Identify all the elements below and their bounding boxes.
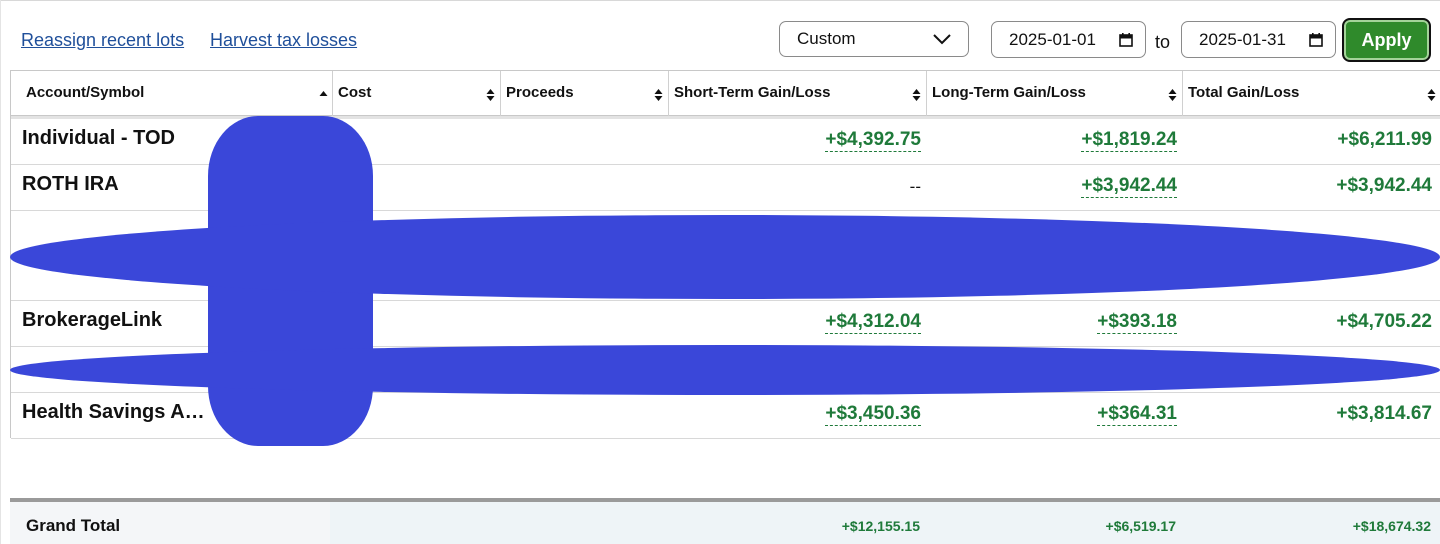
account-name[interactable]: ROTH IRA <box>22 173 119 196</box>
sort-icon <box>486 89 495 101</box>
left-border <box>0 0 1 544</box>
redaction-mark <box>10 215 1440 299</box>
start-date-input[interactable]: 2025-01-01 <box>991 21 1146 58</box>
column-header-cost[interactable]: Cost <box>333 71 501 117</box>
start-date-value: 2025-01-01 <box>1009 30 1096 49</box>
account-name[interactable]: Health Savings A… <box>22 401 205 424</box>
end-date-input[interactable]: 2025-01-31 <box>1181 21 1336 58</box>
grand-total-long-term: +$6,519.17 <box>1105 518 1176 534</box>
period-select[interactable]: Custom <box>779 21 969 57</box>
short-term-gain[interactable]: +$3,450.36 <box>825 403 921 426</box>
table-header: Account/Symbol Cost Proceeds Short-Term … <box>11 70 1440 117</box>
column-header-account-symbol[interactable]: Account/Symbol <box>11 71 333 117</box>
chevron-down-icon <box>933 34 951 45</box>
long-term-gain[interactable]: +$364.31 <box>1097 403 1177 426</box>
short-term-gain[interactable]: +$4,312.04 <box>825 311 921 334</box>
sort-icon <box>1168 89 1177 101</box>
sort-icon <box>654 89 663 101</box>
sort-icon <box>912 89 921 101</box>
column-header-short-term[interactable]: Short-Term Gain/Loss <box>669 71 927 117</box>
column-header-proceeds[interactable]: Proceeds <box>501 71 669 117</box>
reassign-recent-lots-link[interactable]: Reassign recent lots <box>21 30 184 51</box>
column-header-label: Total Gain/Loss <box>1188 84 1300 101</box>
period-select-value: Custom <box>797 29 856 48</box>
long-term-gain[interactable]: +$393.18 <box>1097 311 1177 334</box>
total-gain: +$4,705.22 <box>1336 311 1432 332</box>
redaction-mark <box>10 345 1440 395</box>
long-term-gain[interactable]: +$3,942.44 <box>1081 175 1177 198</box>
top-border <box>0 0 1440 1</box>
column-header-label: Long-Term Gain/Loss <box>932 84 1086 101</box>
grand-total-short-term: +$12,155.15 <box>841 518 920 534</box>
column-header-label: Account/Symbol <box>26 84 145 101</box>
grand-total-label: Grand Total <box>26 516 121 535</box>
short-term-gain: -- <box>909 177 921 196</box>
column-header-long-term[interactable]: Long-Term Gain/Loss <box>927 71 1183 117</box>
harvest-tax-losses-link[interactable]: Harvest tax losses <box>210 30 357 51</box>
calendar-icon[interactable] <box>1119 33 1133 47</box>
total-gain: +$3,814.67 <box>1336 403 1432 424</box>
sort-icon <box>1427 89 1436 101</box>
apply-button[interactable]: Apply <box>1342 18 1431 62</box>
long-term-gain[interactable]: +$1,819.24 <box>1081 129 1177 152</box>
column-header-label: Cost <box>338 84 372 101</box>
column-header-label: Short-Term Gain/Loss <box>674 84 831 101</box>
end-date-value: 2025-01-31 <box>1199 30 1286 49</box>
total-gain: +$3,942.44 <box>1336 175 1432 196</box>
grand-total-row: Grand Total +$12,155.15 +$6,519.17 +$18,… <box>10 502 1440 544</box>
total-gain: +$6,211.99 <box>1337 129 1432 150</box>
calendar-icon[interactable] <box>1309 33 1323 47</box>
account-name[interactable]: BrokerageLink <box>22 309 162 332</box>
sort-ascending-icon <box>319 91 328 96</box>
column-header-label: Proceeds <box>506 84 574 101</box>
column-header-total[interactable]: Total Gain/Loss <box>1183 71 1440 117</box>
short-term-gain[interactable]: +$4,392.75 <box>825 129 921 152</box>
account-name[interactable]: Individual - TOD <box>22 127 175 150</box>
date-range-to-label: to <box>1155 32 1171 52</box>
grand-total-total: +$18,674.32 <box>1352 518 1431 534</box>
